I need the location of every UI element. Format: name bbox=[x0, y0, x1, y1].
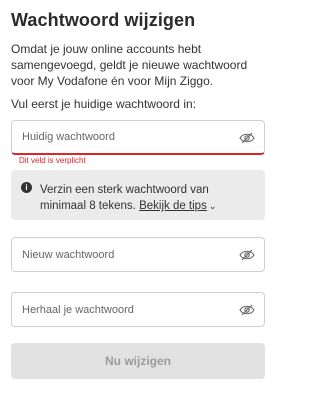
eye-slash-icon[interactable] bbox=[239, 132, 255, 144]
submit-button[interactable]: Nu wijzigen bbox=[11, 343, 265, 379]
info-text: Verzin een sterk wachtwoord van minimaal… bbox=[40, 182, 256, 214]
new-password-field[interactable] bbox=[11, 237, 265, 272]
repeat-password-input[interactable] bbox=[22, 303, 222, 316]
repeat-password-field[interactable] bbox=[11, 292, 265, 327]
current-password-field[interactable] bbox=[11, 120, 265, 155]
password-tips-notice: i Verzin een sterk wachtwoord van minima… bbox=[11, 170, 265, 220]
current-password-prompt: Vul eerst je huidige wachtwoord in: bbox=[11, 97, 196, 111]
intro-text: Omdat je jouw online accounts hebt samen… bbox=[11, 42, 248, 88]
tips-link[interactable]: Bekijk de tips ⌄ bbox=[139, 200, 216, 212]
new-password-input[interactable] bbox=[22, 248, 222, 261]
eye-slash-icon[interactable] bbox=[239, 304, 255, 316]
current-password-error: Dit veld is verplicht bbox=[19, 156, 86, 165]
info-icon: i bbox=[21, 182, 32, 193]
eye-slash-icon[interactable] bbox=[239, 249, 255, 261]
current-password-input[interactable] bbox=[22, 131, 222, 143]
page-title: Wachtwoord wijzigen bbox=[11, 10, 196, 30]
change-password-page: Wachtwoord wijzigen Omdat je jouw online… bbox=[0, 0, 277, 400]
chevron-down-icon[interactable]: ⌄ bbox=[209, 198, 217, 214]
tips-link-label[interactable]: Bekijk de tips bbox=[139, 200, 207, 212]
